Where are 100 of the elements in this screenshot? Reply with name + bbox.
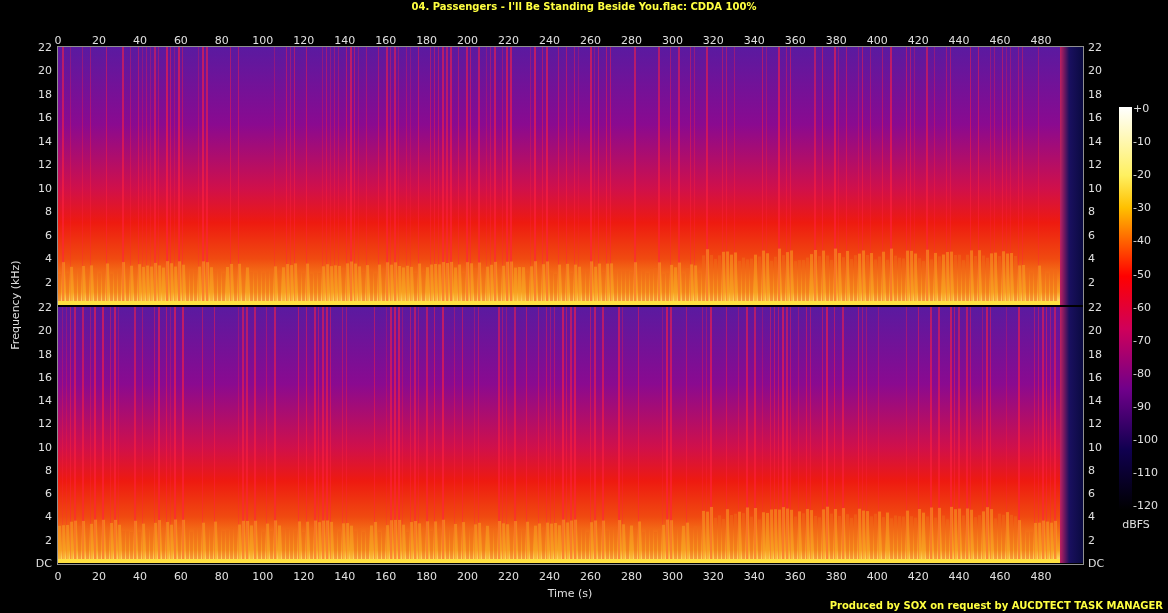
time-tick-label: 380 [825,34,847,47]
time-tick-label: 160 [375,34,397,47]
time-tick-label: 80 [214,34,229,47]
time-tick-label: 100 [252,34,274,47]
time-tick-label: 300 [661,570,683,583]
frequency-tick-label: 14 [38,134,52,148]
time-tick-label: 180 [416,570,438,583]
frequency-tick-label: 12 [1088,158,1102,172]
level-tick-label: -50 [1133,267,1151,281]
frequency-tick-label: 2 [45,533,52,547]
time-tick-label: 280 [620,570,642,583]
level-tick-label: -10 [1133,135,1151,149]
frequency-tick-label: 22 [1088,41,1102,54]
chart-title: 04. Passengers - I'll Be Standing Beside You.flac: CDDA 100% [411,1,757,12]
time-tick-label: 40 [132,34,147,47]
time-tick-label: 0 [54,570,62,583]
time-tick-label: 260 [580,34,601,47]
time-tick-label: 360 [784,34,806,47]
frequency-tick-label: 14 [38,394,52,408]
time-tick-label: 340 [743,34,765,47]
frequency-tick-label: 16 [1088,370,1102,384]
time-tick-label: 80 [214,570,229,583]
time-tick-label: 440 [948,34,970,47]
frequency-tick-label: 6 [45,228,52,242]
frequency-tick-label: 6 [1088,228,1095,242]
frequency-tick-label: 20 [38,64,52,78]
frequency-tick-label: 10 [38,440,52,454]
frequency-tick-label: 14 [1088,394,1102,408]
time-tick-label: 340 [743,570,765,583]
time-tick-label: 400 [866,570,888,583]
frequency-tick-label: 16 [1088,111,1102,125]
level-tick-label: -40 [1133,234,1151,248]
time-tick-label: 380 [825,570,847,583]
level-tick-label: -90 [1133,399,1151,413]
time-tick-label: 180 [416,34,438,47]
frequency-tick-label: 2 [45,275,52,289]
level-tick-label: +0 [1133,102,1150,115]
time-tick-label: 240 [539,570,560,583]
frequency-tick-label: 2 [1088,533,1095,547]
time-tick-label: 140 [334,570,356,583]
time-tick-label: 200 [457,34,479,47]
frequency-tick-label: 4 [1088,510,1095,524]
time-tick-label: 40 [132,570,147,583]
frequency-tick-label: 8 [45,205,52,219]
level-tick-label: -60 [1133,300,1151,314]
frequency-tick-label: 14 [1088,134,1102,148]
time-tick-label: 460 [989,34,1011,47]
frequency-tick-label: 16 [38,370,52,384]
time-tick-label: 280 [620,34,642,47]
frequency-tick-label: 4 [45,510,52,524]
frequency-tick-label: 10 [1088,440,1102,454]
time-tick-label: 0 [54,34,62,47]
time-tick-label: 460 [989,570,1011,583]
credit-text: Produced by SOX on request by AUCDTECT TASK MANAGER [829,600,1163,611]
frequency-tick-label: 16 [38,111,52,125]
time-tick-label: 200 [457,570,479,583]
time-tick-label: 480 [1030,34,1052,47]
time-tick-label: 420 [907,34,929,47]
frequency-tick-label: 4 [1088,252,1095,266]
frequency-tick-label: DC [35,557,52,570]
frequency-tick-label: 22 [38,301,52,314]
frequency-tick-label: 6 [1088,487,1095,501]
frequency-tick-label: 12 [38,417,52,431]
frequency-tick-label: 2 [1088,275,1095,289]
frequency-tick-label: 20 [38,324,52,338]
axis-title: Frequency (kHz) [9,260,22,350]
time-tick-label: 60 [173,570,188,583]
time-tick-label: 220 [498,570,520,583]
frequency-tick-label: 8 [1088,463,1095,477]
frequency-tick-label: 12 [1088,417,1102,431]
time-tick-label: 60 [173,34,188,47]
frequency-tick-label: 18 [1088,87,1102,101]
time-tick-label: 400 [866,34,888,47]
time-tick-label: 160 [375,570,397,583]
time-tick-label: 120 [293,34,315,47]
frequency-tick-label: 20 [1088,324,1102,338]
frequency-tick-label: DC [1088,557,1105,570]
time-tick-label: 420 [907,570,929,583]
time-tick-label: 240 [539,34,560,47]
unit-label: dBFS [1122,518,1150,531]
level-tick-label: -80 [1133,366,1151,380]
time-tick-label: 320 [702,34,724,47]
time-tick-label: 140 [334,34,356,47]
time-tick-label: 20 [91,570,106,583]
level-tick-label: -70 [1133,333,1151,347]
level-tick-label: -20 [1133,168,1151,182]
time-tick-label: 300 [661,34,683,47]
time-tick-label: 100 [252,570,274,583]
level-tick-label: -100 [1133,433,1158,446]
frequency-tick-label: 8 [1088,205,1095,219]
frequency-tick-label: 20 [1088,64,1102,78]
time-tick-label: 320 [702,570,724,583]
axis-title: Time (s) [547,587,593,600]
time-tick-label: 120 [293,570,315,583]
level-tick-label: -110 [1133,466,1158,480]
frequency-tick-label: 18 [38,347,52,361]
level-tick-label: -120 [1133,499,1158,513]
frequency-tick-label: 10 [38,181,52,195]
time-tick-label: 220 [498,34,520,47]
time-tick-label: 260 [580,570,601,583]
